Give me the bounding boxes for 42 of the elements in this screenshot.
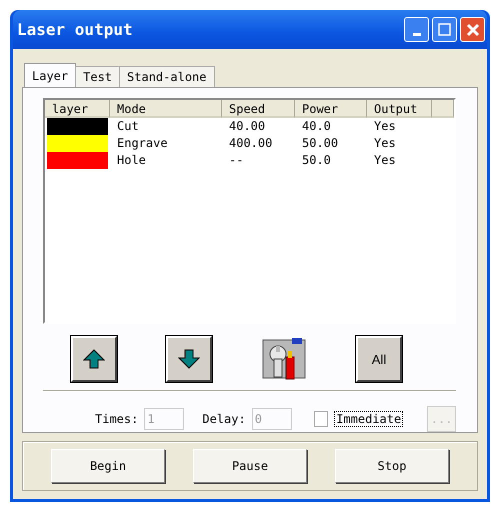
immediate-checkbox[interactable] (314, 411, 328, 427)
column-header-filler (432, 100, 454, 118)
field-label: Delay: (202, 412, 246, 426)
window-title: Laser output (17, 20, 133, 39)
tab[interactable]: Stand-alone (119, 66, 215, 87)
tab[interactable]: Test (75, 66, 120, 87)
table-cell-text: -- (228, 152, 244, 169)
table-cell-text: Hole (116, 152, 147, 169)
immediate-label[interactable]: Immediate (334, 411, 404, 427)
down-arrow-icon (178, 349, 200, 369)
table-cell-text: Yes (373, 152, 397, 169)
wrench-screwdriver-icon (262, 337, 306, 381)
close-icon (466, 22, 480, 36)
maximize-button[interactable] (432, 17, 457, 42)
table-cell-text: 400.00 (228, 135, 274, 152)
maximize-icon (438, 23, 451, 36)
up-arrow-icon (83, 349, 105, 369)
minimize-button[interactable] (404, 17, 429, 42)
field-label: Times: (95, 412, 138, 426)
action-button[interactable]: Stop (335, 449, 449, 483)
table-cell-text: 40.00 (228, 118, 266, 135)
action-button[interactable]: Pause (193, 449, 307, 483)
table-cell-text: Yes (373, 135, 397, 152)
table-cell-text: 50.00 (301, 135, 340, 152)
column-header[interactable]: Power (295, 100, 367, 118)
table-cell-text: Yes (373, 118, 397, 135)
move-down-button[interactable] (166, 336, 212, 382)
action-button[interactable]: Begin (51, 449, 165, 483)
move-up-button[interactable] (71, 336, 117, 382)
tab[interactable]: Layer (24, 63, 76, 87)
minimize-icon (412, 33, 420, 36)
tools-button[interactable] (261, 336, 307, 382)
column-header[interactable]: Mode (110, 100, 222, 118)
select-all-button[interactable]: All (356, 336, 402, 382)
table-cell-text: Engrave (116, 135, 169, 152)
column-header[interactable]: layer (45, 100, 110, 118)
table-cell-text: 40.0 (301, 118, 332, 135)
table-cell-text: 50.0 (301, 152, 332, 169)
column-header[interactable]: Speed (222, 100, 295, 118)
table-cell-text: Cut (116, 118, 140, 135)
column-header[interactable]: Output (367, 100, 432, 118)
close-button[interactable] (460, 17, 485, 42)
